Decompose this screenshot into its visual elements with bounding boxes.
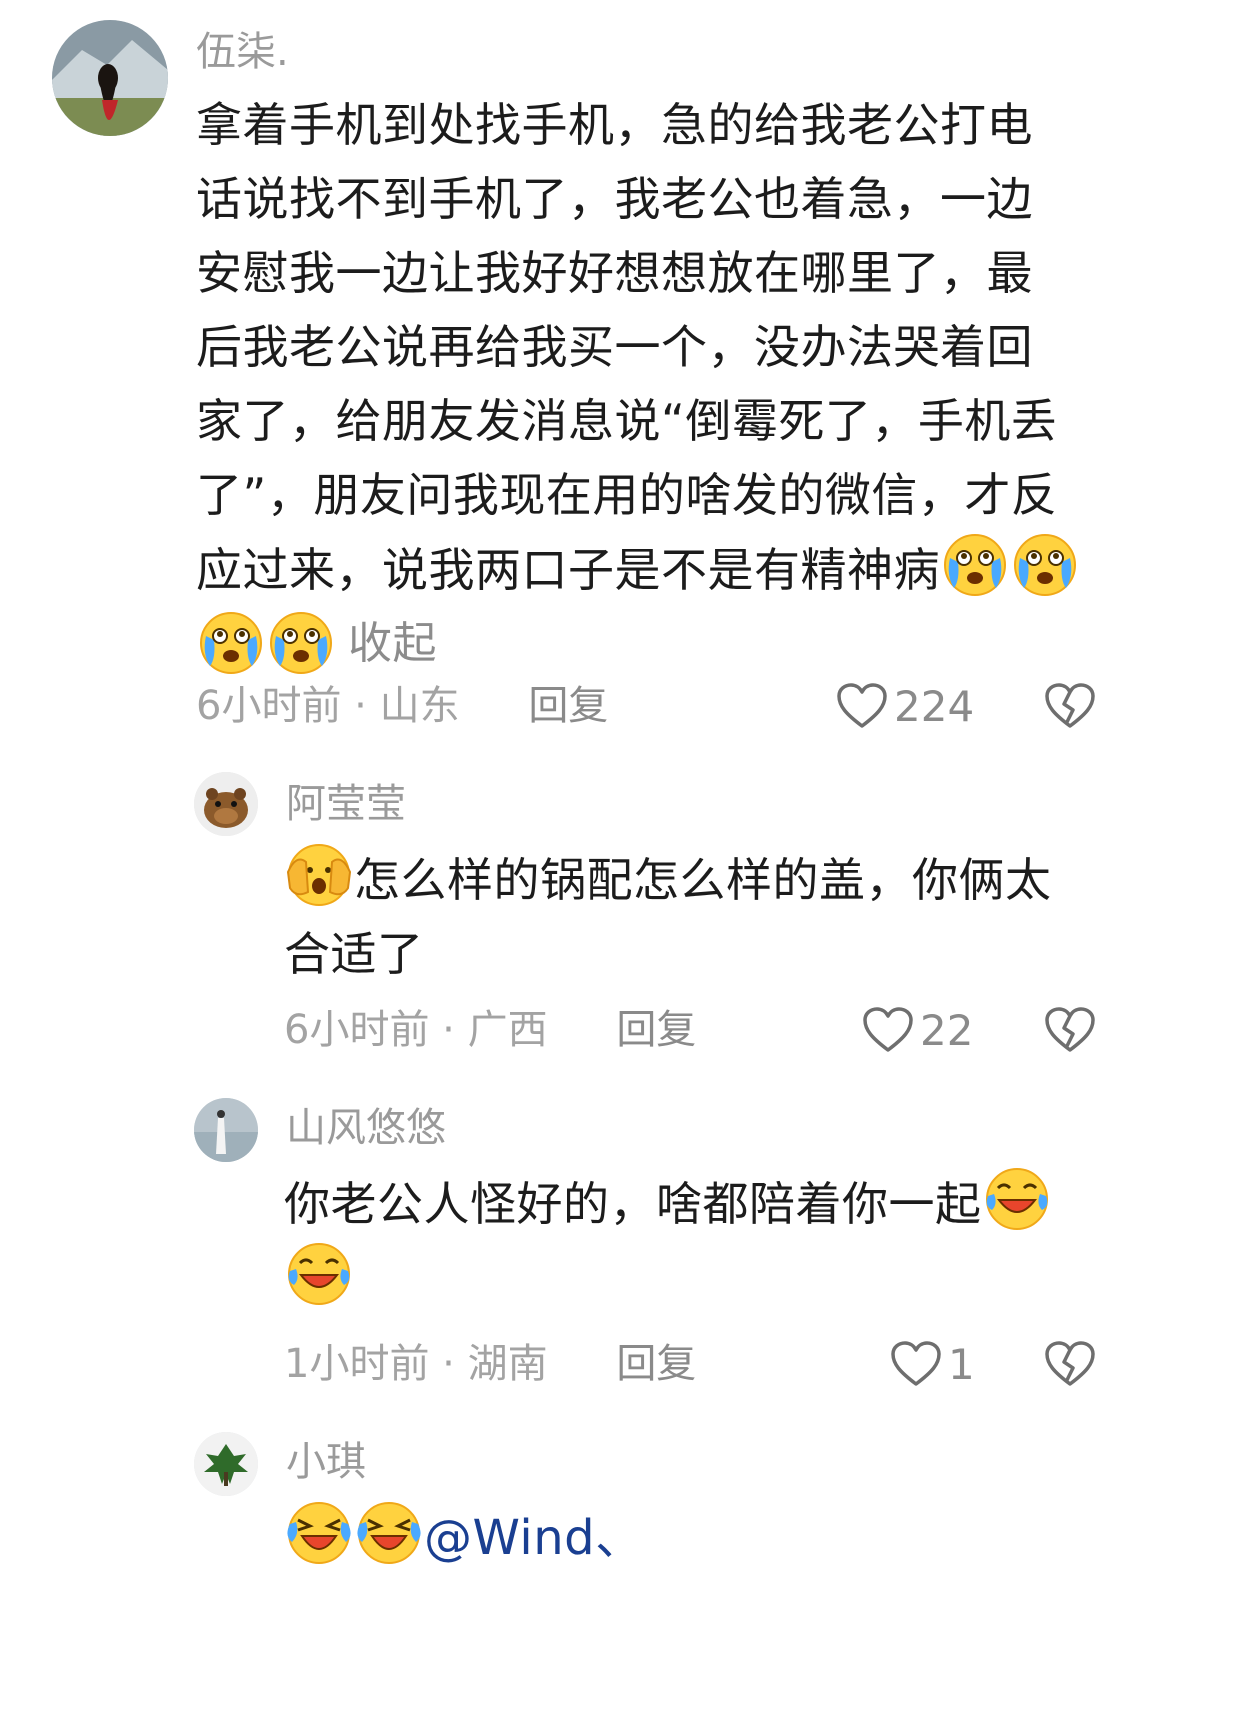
comment-line: 合适了 — [284, 927, 424, 981]
tears-of-joy-emoji-icon — [984, 1166, 1050, 1232]
heart-outline-icon — [863, 1007, 913, 1052]
like-count: 1 — [948, 1339, 975, 1389]
broken-heart-icon[interactable] — [1044, 1006, 1096, 1054]
avatar[interactable] — [194, 1432, 258, 1496]
comment-line: 后我老公说再给我买一个，没办法哭着回 — [196, 320, 1033, 374]
heart-outline-icon — [837, 683, 887, 728]
comment-text: 怎么样的锅配怎么样的盖，你俩太 合适了 — [284, 842, 1104, 991]
like-button[interactable]: 1 — [890, 1334, 975, 1394]
like-count: 224 — [894, 681, 975, 731]
laugh-cry-emoji-icon — [356, 1500, 422, 1566]
crying-emoji-icon — [1012, 532, 1078, 598]
like-button[interactable]: 224 — [836, 676, 974, 736]
time-location: 6小时前 · 山东 — [196, 683, 460, 729]
crying-emoji-icon — [942, 532, 1008, 598]
comment-line: 安慰我一边让我好好想想放在哪里了，最 — [196, 246, 1033, 300]
comment-line: 怎么样的锅配怎么样的盖，你俩太 — [354, 853, 1052, 907]
collapse-button[interactable]: 收起 — [348, 618, 437, 669]
avatar[interactable] — [194, 1098, 258, 1162]
comment-line: 你老公人怪好的，啥都陪着你一起 — [284, 1177, 982, 1231]
comment-meta: 6小时前 · 山东 回复 — [196, 676, 608, 736]
reply-button[interactable]: 回复 — [616, 1007, 696, 1053]
reply-button[interactable]: 回复 — [616, 1341, 696, 1387]
comment-line: 家了，给朋友发消息说“倒霉死了，手机丢 — [196, 394, 1058, 448]
avatar[interactable] — [194, 772, 258, 836]
avatar-image — [194, 772, 258, 836]
avatar-image — [194, 1098, 258, 1162]
tears-of-joy-emoji-icon — [286, 1241, 352, 1307]
like-count: 22 — [920, 1005, 974, 1055]
avatar[interactable] — [52, 20, 168, 136]
comment-meta: 1小时前 · 湖南 回复 — [284, 1334, 696, 1394]
comment-line: 应过来，说我两口子是不是有精神病 — [196, 543, 940, 597]
face-in-hands-emoji-icon — [286, 842, 352, 908]
avatar-image — [194, 1432, 258, 1496]
username[interactable]: 阿莹莹 — [286, 780, 406, 828]
heart-outline-icon — [891, 1341, 941, 1386]
laugh-cry-emoji-icon — [286, 1500, 352, 1566]
username[interactable]: 小琪 — [286, 1438, 366, 1486]
comment-line: 拿着手机到处找手机，急的给我老公打电 — [196, 98, 1033, 152]
comment-text: @Wind、 — [284, 1500, 1124, 1575]
comment-line: 了”，朋友问我现在用的啥发的微信，才反 — [196, 468, 1058, 522]
comment-text: 你老公人怪好的，啥都陪着你一起 — [284, 1166, 1124, 1316]
crying-emoji-icon — [198, 610, 264, 676]
time-location: 6小时前 · 广西 — [284, 1007, 548, 1053]
username[interactable]: 伍柒. — [196, 28, 289, 76]
mention-link[interactable]: @Wind、 — [424, 1510, 644, 1566]
broken-heart-icon[interactable] — [1044, 682, 1096, 730]
comment-line: 话说找不到手机了，我老公也着急，一边 — [196, 172, 1033, 226]
time-location: 1小时前 · 湖南 — [284, 1341, 548, 1387]
comment-text: 拿着手机到处找手机，急的给我老公打电 话说找不到手机了，我老公也着急，一边 安慰… — [196, 88, 1126, 685]
avatar-image — [52, 20, 168, 136]
reply-button[interactable]: 回复 — [528, 683, 608, 729]
username[interactable]: 山风悠悠 — [286, 1104, 446, 1152]
broken-heart-icon[interactable] — [1044, 1340, 1096, 1388]
comment-meta: 6小时前 · 广西 回复 — [284, 1000, 696, 1060]
crying-emoji-icon — [268, 610, 334, 676]
like-button[interactable]: 22 — [862, 1000, 973, 1060]
